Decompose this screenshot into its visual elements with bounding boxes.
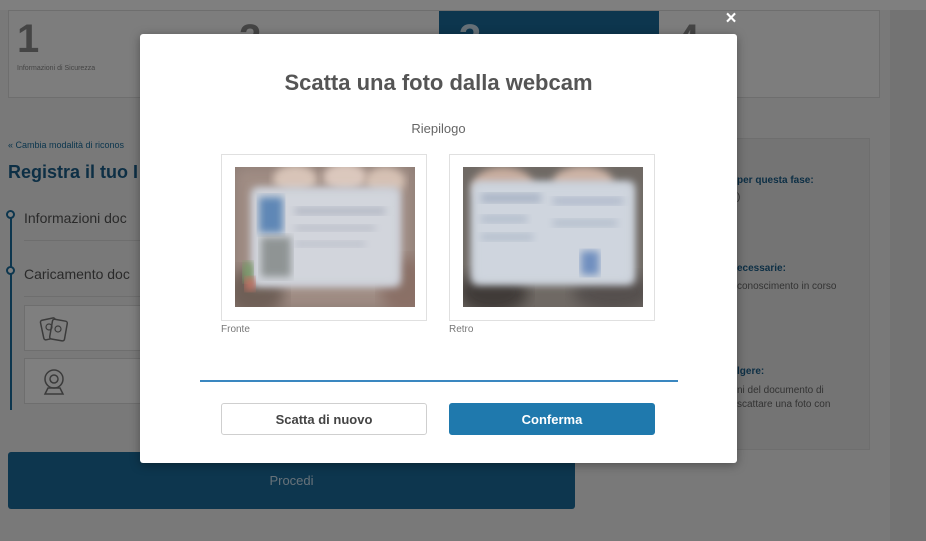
- modal-subtitle: Riepilogo: [411, 121, 466, 136]
- front-caption: Fronte: [221, 324, 250, 335]
- back-photo: [463, 167, 643, 307]
- webcam-modal: Scatta una foto dalla webcam Riepilogo F…: [140, 34, 737, 463]
- front-photo: [235, 167, 415, 307]
- back-caption: Retro: [449, 324, 474, 335]
- close-icon[interactable]: ×: [722, 9, 740, 28]
- id-card-front-image: [235, 167, 415, 307]
- retake-button[interactable]: Scatta di nuovo: [221, 403, 427, 435]
- front-photo-frame: [221, 154, 427, 321]
- confirm-button[interactable]: Conferma: [449, 403, 655, 435]
- back-photo-frame: [449, 154, 655, 321]
- id-card-back-image: [463, 167, 643, 307]
- modal-title: Scatta una foto dalla webcam: [284, 70, 593, 95]
- modal-divider: [200, 380, 678, 382]
